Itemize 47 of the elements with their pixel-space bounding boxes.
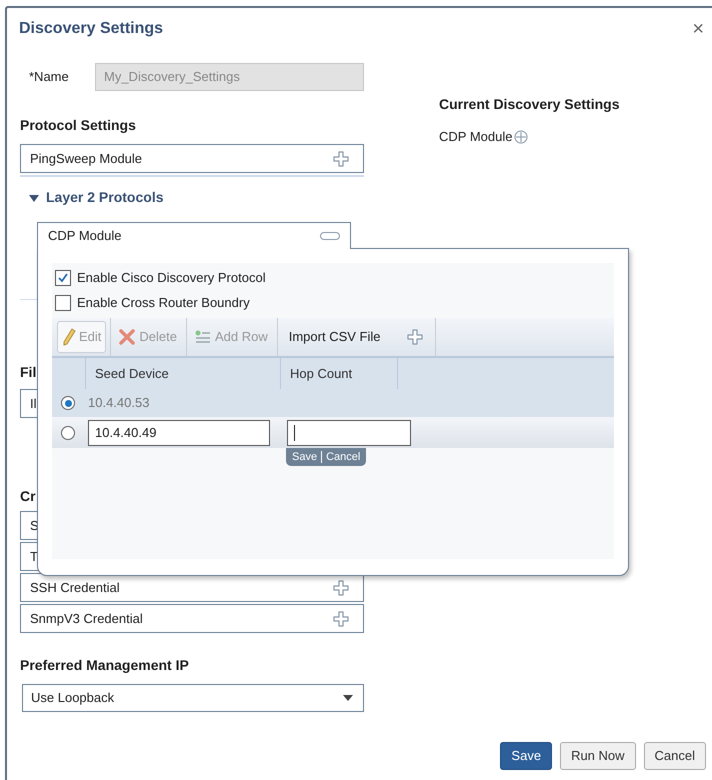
row-action-link[interactable]: Save	[292, 448, 318, 466]
dialog-button[interactable]: Run Now	[560, 742, 636, 770]
module-label: T	[30, 548, 38, 566]
row-action-link[interactable]: Cancel	[326, 448, 360, 466]
module-row[interactable]: PingSweep Module	[20, 144, 364, 173]
credential-row[interactable]: SSH Credential	[20, 573, 364, 602]
section-heading: Cr	[20, 487, 36, 506]
list-add-icon	[194, 328, 212, 346]
section-heading: Protocol Settings	[20, 116, 136, 135]
pencil-icon	[62, 328, 76, 346]
table-row[interactable]: 10.4.40.49	[52, 417, 614, 448]
seed-device-input[interactable]: 10.4.40.49	[88, 420, 270, 446]
section-heading: Preferred Management IP	[20, 656, 189, 675]
table-cell-text: 10.4.40.53	[88, 394, 150, 412]
dialog-button[interactable]: Cancel	[644, 742, 706, 770]
plus-icon[interactable]	[333, 150, 349, 166]
current-setting-label: CDP Module	[439, 128, 512, 146]
caret-down-icon	[343, 695, 353, 701]
checkbox-label: Enable Cross Router Boundry	[77, 294, 250, 312]
collapse-icon[interactable]	[320, 232, 340, 240]
checkbox[interactable]	[55, 270, 71, 286]
popup-title: CDP Module	[48, 227, 122, 246]
group-toggle[interactable]: Layer 2 Protocols	[29, 187, 164, 208]
plus-icon[interactable]	[333, 610, 349, 626]
radio-button[interactable]	[61, 426, 75, 440]
plus-icon[interactable]	[333, 580, 349, 596]
module-label: PingSweep Module	[30, 150, 142, 168]
hop-count-input[interactable]	[287, 420, 411, 446]
dialog-button[interactable]: Save	[500, 742, 552, 770]
dialog-title: Discovery Settings	[19, 19, 164, 39]
section-heading: Current Discovery Settings	[439, 95, 620, 114]
toolbar-button[interactable]: Import CSV File	[280, 321, 390, 353]
x-icon	[118, 328, 136, 346]
close-button[interactable]: ×	[692, 19, 704, 39]
section-heading: Fil	[20, 363, 36, 382]
checkbox[interactable]	[55, 294, 71, 310]
check-icon	[57, 272, 69, 284]
radio-button[interactable]	[61, 396, 75, 410]
checkbox-label: Enable Cisco Discovery Protocol	[77, 268, 266, 287]
module-label: SnmpV3 Credential	[30, 610, 143, 628]
crosshair-icon[interactable]	[514, 130, 528, 144]
credential-row[interactable]: SnmpV3 Credential	[20, 604, 364, 633]
text-cursor	[294, 424, 295, 440]
name-label: *Name	[29, 68, 70, 86]
management-ip-select[interactable]: Use Loopback	[22, 684, 364, 712]
module-label: SSH Credential	[30, 578, 120, 597]
plus-icon[interactable]	[407, 329, 424, 345]
